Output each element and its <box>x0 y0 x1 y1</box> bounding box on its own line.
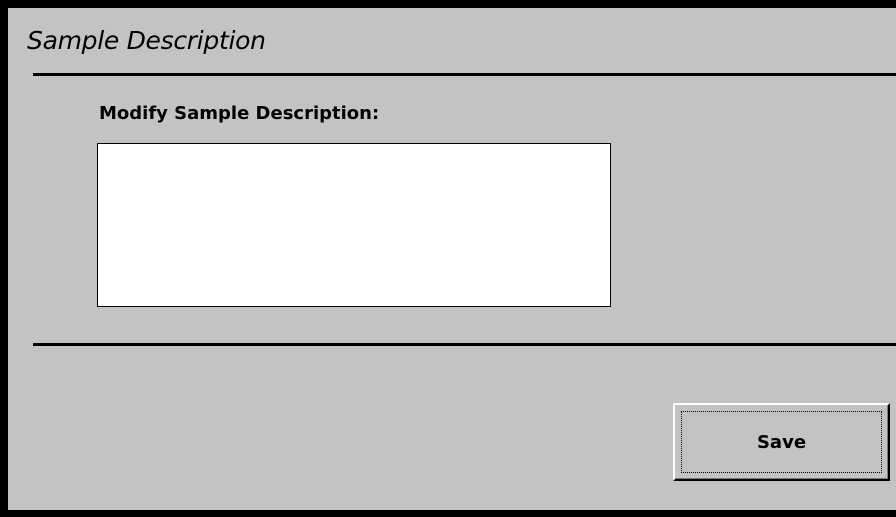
save-button-label: Save <box>756 431 807 453</box>
footer-divider <box>33 343 896 346</box>
save-button[interactable]: Save <box>673 403 890 481</box>
header-divider <box>33 73 896 76</box>
description-input[interactable] <box>97 143 611 307</box>
page-title: Sample Description <box>27 26 266 55</box>
save-button-focus-ring: Save <box>681 411 882 473</box>
description-label: Modify Sample Description: <box>99 103 380 124</box>
